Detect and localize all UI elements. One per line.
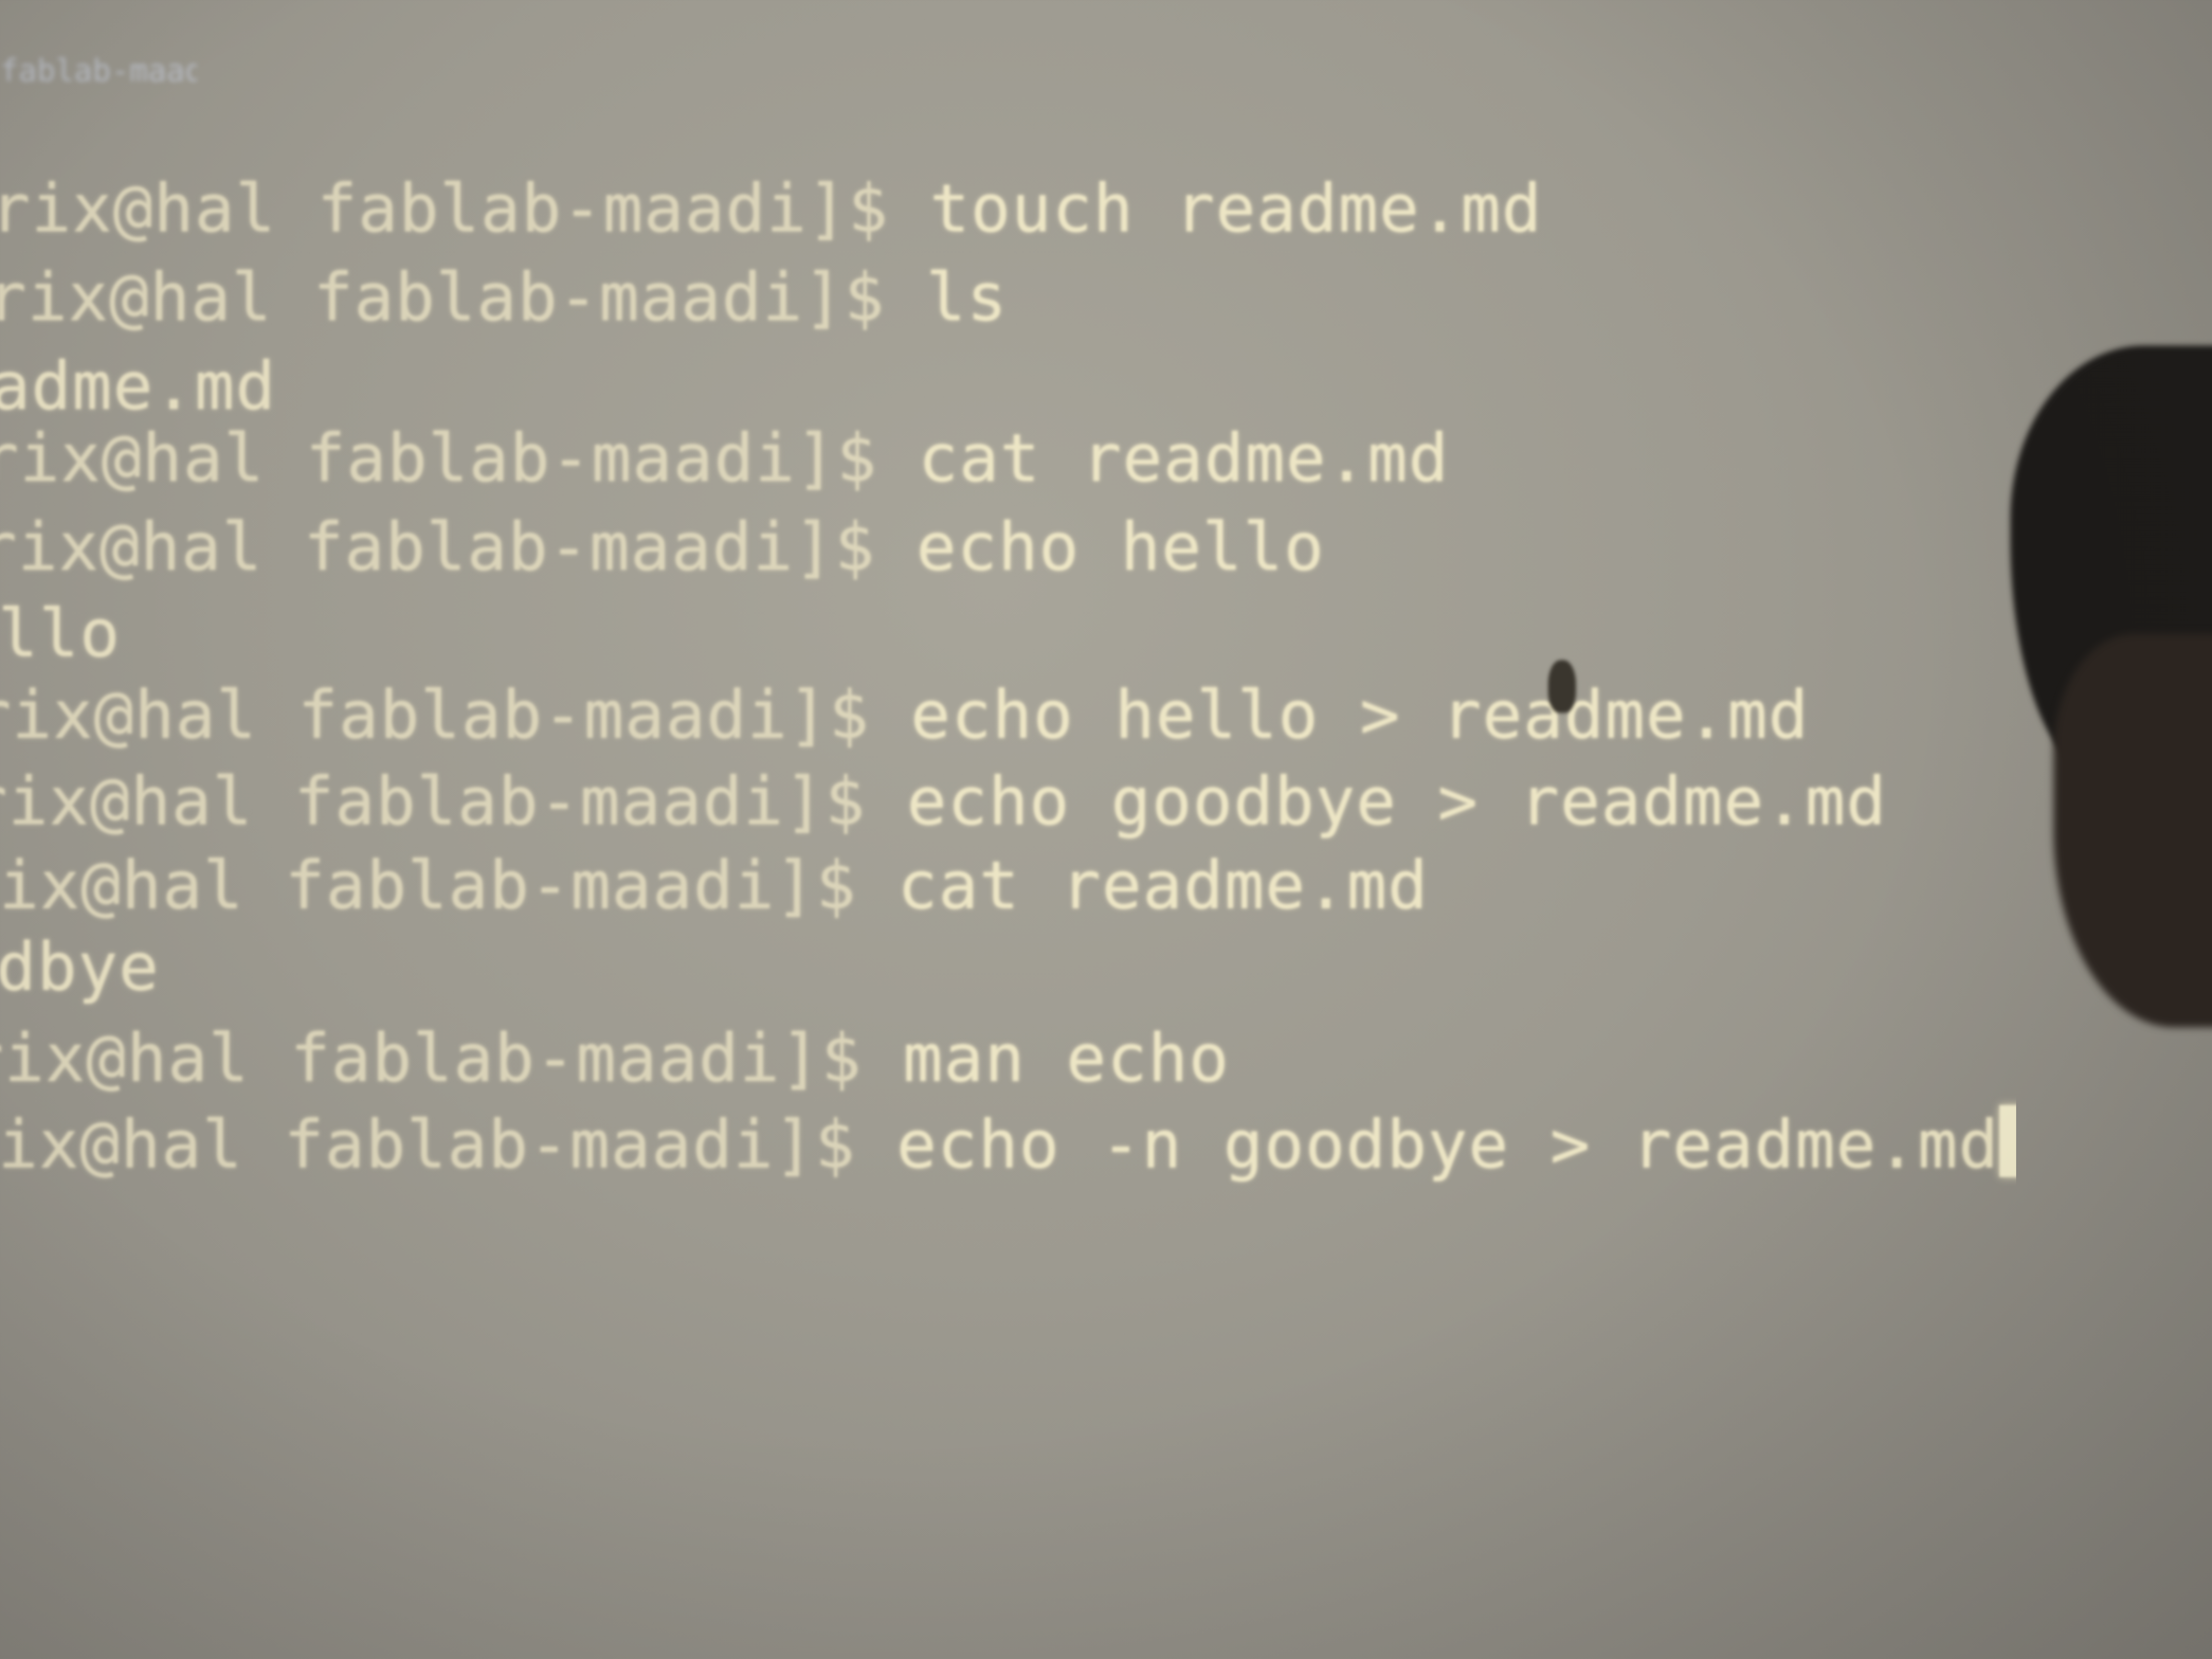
- command-text: man echo: [902, 1020, 1230, 1097]
- command-text: cat readme.md: [918, 420, 1450, 497]
- terminal-line: rix@hal fablab-maadi]$ echo hello: [0, 506, 1325, 588]
- prompt: rix@hal fablab-maadi]$: [0, 676, 911, 754]
- command-text: echo hello: [916, 508, 1325, 586]
- person-face: [2054, 634, 2212, 1027]
- terminal-line: rix@hal fablab-maadi]$ echo goodbye > re…: [0, 761, 1887, 842]
- terminal-cursor: [1999, 1105, 2016, 1177]
- projected-terminal-screen: fablab-maadi rix@hal fablab-maadi]$ touc…: [0, 0, 2212, 1659]
- command-output: llo: [0, 595, 121, 672]
- command-text: echo -n goodbye > readme.md: [896, 1106, 2000, 1183]
- command-text: cat readme.md: [897, 847, 1429, 924]
- command-output: dbye: [0, 928, 160, 1006]
- terminal-line: ix@hal fablab-maadi]$ cat readme.md: [0, 845, 1429, 926]
- terminal-line: ix@hal fablab-maadi]$ echo -n goodbye > …: [0, 1104, 2016, 1186]
- command-text: ls: [926, 259, 1008, 336]
- prompt: rix@hal fablab-maadi]$: [0, 170, 930, 247]
- terminal-line: rix@hal fablab-maadi]$ cat readme.md: [0, 418, 1449, 499]
- terminal-line: rix@hal fablab-maadi]$ ls: [0, 257, 1008, 338]
- prompt: ix@hal fablab-maadi]$: [0, 847, 898, 924]
- command-text: echo hello > readme.md: [910, 676, 1809, 754]
- terminal-line: rix@hal fablab-maadi]$ touch readme.md: [0, 168, 1542, 250]
- terminal-window[interactable]: rix@hal fablab-maadi]$ touch readme.md r…: [0, 0, 2016, 1659]
- terminal-line: rix@hal fablab-maadi]$ man echo: [0, 1018, 1230, 1099]
- command-text: touch readme.md: [929, 170, 1543, 247]
- command-text: echo goodbye > readme.md: [906, 763, 1887, 840]
- prompt: rix@hal fablab-maadi]$: [0, 508, 916, 586]
- screen-smudge: [1548, 660, 1576, 713]
- command-output: adme.md: [0, 348, 276, 425]
- prompt: rix@hal fablab-maadi]$: [0, 259, 926, 336]
- prompt: rix@hal fablab-maadi]$: [0, 420, 918, 497]
- terminal-line: rix@hal fablab-maadi]$ echo hello > read…: [0, 674, 1809, 756]
- prompt: ix@hal fablab-maadi]$: [0, 1106, 897, 1183]
- prompt: rix@hal fablab-maadi]$: [0, 763, 907, 840]
- person-silhouette: [2010, 346, 2212, 1042]
- prompt: rix@hal fablab-maadi]$: [0, 1020, 903, 1097]
